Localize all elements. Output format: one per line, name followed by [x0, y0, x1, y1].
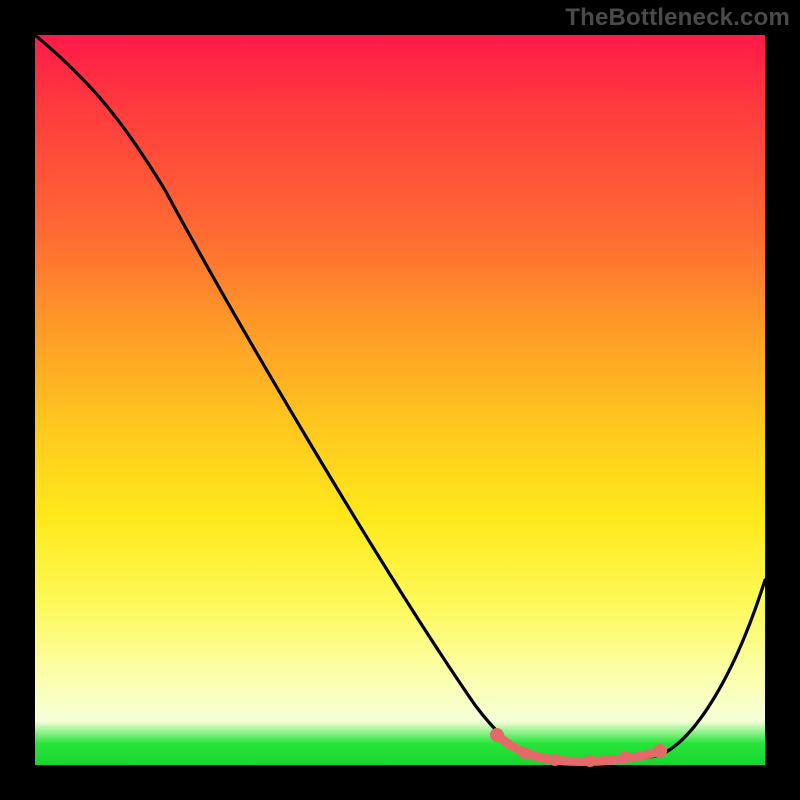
highlight-dot [490, 728, 504, 742]
plot-gradient-area [35, 35, 765, 765]
highlight-dot [619, 751, 631, 763]
bottleneck-curve [35, 35, 765, 761]
highlight-dot [584, 755, 596, 767]
highlight-dot [549, 754, 561, 766]
chart-frame: TheBottleneck.com [0, 0, 800, 800]
highlight-dot [653, 744, 667, 758]
curve-layer [35, 35, 765, 765]
watermark-text: TheBottleneck.com [565, 4, 790, 32]
highlight-dot [519, 747, 531, 759]
